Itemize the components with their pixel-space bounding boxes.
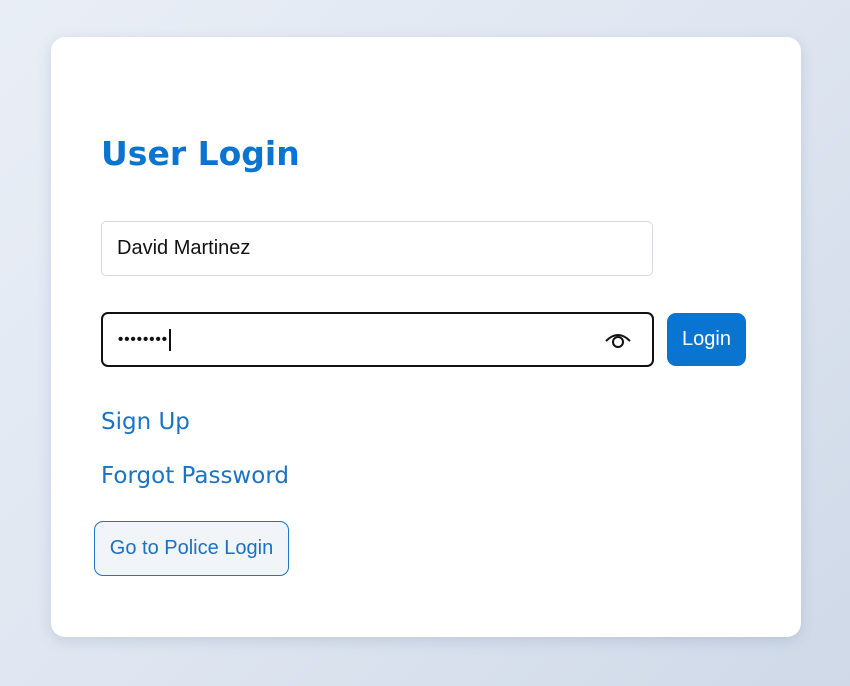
- forgot-password-link[interactable]: Forgot Password: [101, 460, 289, 492]
- password-value: ••••••••: [118, 331, 169, 348]
- police-login-button[interactable]: Go to Police Login: [94, 521, 289, 576]
- username-input[interactable]: David Martinez: [101, 221, 653, 276]
- username-value: David Martinez: [117, 237, 251, 259]
- login-button[interactable]: Login: [667, 313, 746, 366]
- password-input[interactable]: ••••••••: [101, 312, 654, 367]
- login-card: User Login David Martinez •••••••• Login…: [51, 37, 801, 637]
- eye-icon[interactable]: [604, 329, 632, 351]
- page-title: User Login: [101, 134, 300, 173]
- sign-up-link[interactable]: Sign Up: [101, 406, 190, 438]
- text-caret: [169, 328, 172, 351]
